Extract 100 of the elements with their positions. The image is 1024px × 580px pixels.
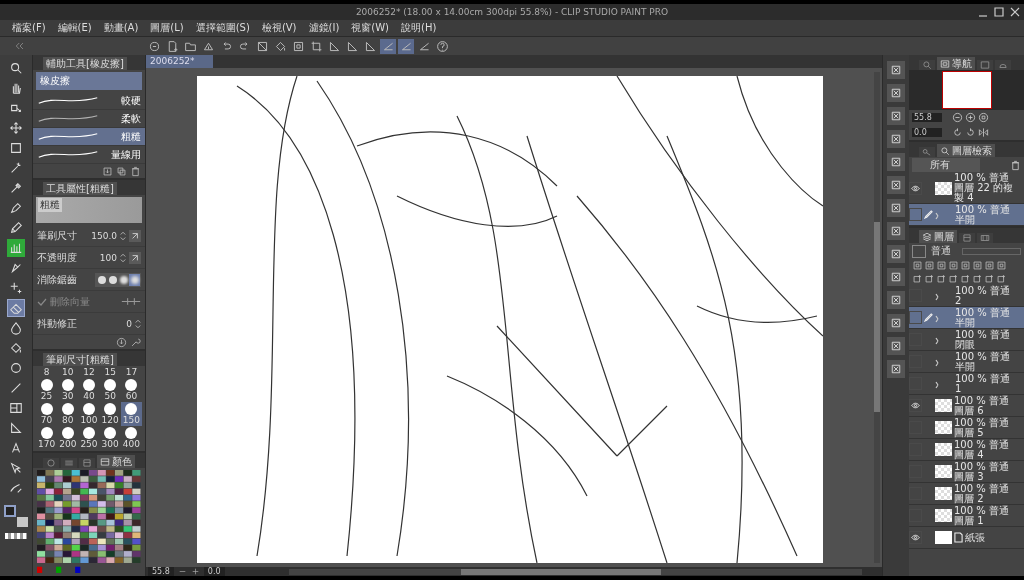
panel-tab[interactable]: 顏色 — [97, 455, 135, 468]
panel-tab[interactable] — [977, 233, 993, 243]
layer-row[interactable]: 100 % 普通 半開 — [909, 351, 1024, 373]
panel-toggle-icon[interactable] — [887, 291, 905, 309]
panel-tab[interactable] — [919, 60, 935, 70]
panel-toggle-icon[interactable] — [887, 199, 905, 217]
menu-item[interactable]: 說明(H) — [401, 21, 437, 35]
layer-tool-icon[interactable] — [972, 260, 983, 271]
eraser-icon[interactable] — [7, 299, 25, 317]
collapse-icon[interactable] — [14, 40, 26, 52]
spinner-icon[interactable] — [120, 230, 126, 241]
layer-tool-icon[interactable] — [996, 260, 1007, 271]
layer-tool-icon[interactable] — [984, 260, 995, 271]
panel-tab[interactable]: 導航 — [937, 57, 975, 70]
layer-row[interactable]: 紙張 — [909, 527, 1024, 549]
filter-dropdown[interactable]: 所有 — [912, 158, 980, 172]
brush-size-item[interactable]: 40 — [78, 378, 100, 402]
panel-toggle-icon[interactable] — [887, 222, 905, 240]
brush-size-item[interactable]: 50 — [99, 378, 121, 402]
panel-toggle-icon[interactable] — [887, 337, 905, 355]
layer-row[interactable]: 100 % 普通 半開 — [909, 307, 1024, 329]
brush-size-item[interactable]: 80 — [57, 402, 79, 426]
menu-item[interactable]: 視窗(W) — [351, 21, 389, 35]
layer-row[interactable]: 100 % 普通 圖層 4 — [909, 439, 1024, 461]
move-icon[interactable] — [7, 119, 25, 137]
rotate-right-icon[interactable] — [965, 127, 976, 138]
panel-toggle-icon[interactable] — [887, 107, 905, 125]
panel-toggle-icon[interactable] — [887, 360, 905, 378]
panel-tab[interactable] — [43, 458, 59, 468]
panel-toggle-icon[interactable] — [887, 245, 905, 263]
vector-icon[interactable] — [121, 297, 141, 306]
pressure-button[interactable] — [129, 251, 141, 264]
sub-tool-group[interactable]: 橡皮擦 — [36, 72, 142, 90]
close-button[interactable] — [1010, 7, 1020, 17]
layer-row[interactable]: 100 % 普通 圖層 3 — [909, 461, 1024, 483]
pencil-icon[interactable] — [924, 209, 933, 220]
panel-tab[interactable]: 筆刷尺寸[粗糙] — [43, 353, 117, 366]
layer-tool-icon[interactable] — [924, 273, 935, 284]
sub-tool-item[interactable]: 粗糙 — [33, 128, 145, 146]
layer-tool-icon[interactable] — [936, 273, 947, 284]
brush-size-item[interactable]: 250 — [78, 426, 100, 450]
layer-tool-icon[interactable] — [924, 260, 935, 271]
visibility-toggle[interactable] — [909, 181, 922, 195]
panel-tab[interactable]: 工具屬性[粗糙] — [43, 182, 117, 195]
brush-size-item[interactable]: 200 — [57, 426, 79, 450]
layer-tool-icon[interactable] — [912, 260, 923, 271]
panel-tab[interactable] — [995, 60, 1011, 70]
trash-icon[interactable] — [130, 165, 141, 177]
visibility-toggle[interactable] — [909, 208, 922, 221]
layer-tool-icon[interactable] — [972, 273, 983, 284]
panel-tab[interactable] — [79, 458, 95, 468]
layer-row[interactable]: 100 % 普通 圖層 5 — [909, 417, 1024, 439]
color-palette-drawing[interactable] — [37, 470, 141, 574]
layer-row[interactable]: 100 % 普通 圖層 2 — [909, 483, 1024, 505]
layer-tool-icon[interactable] — [996, 273, 1007, 284]
visibility-toggle[interactable] — [909, 531, 922, 544]
layer-row[interactable]: 100 % 普通 1 — [909, 373, 1024, 395]
brush-size-item[interactable]: 300 — [99, 426, 121, 450]
menu-item[interactable]: 圖層(L) — [150, 21, 184, 35]
sub-tool-item[interactable]: 較硬 — [33, 92, 145, 110]
spinner-icon[interactable] — [135, 318, 141, 329]
snap-icon[interactable] — [380, 38, 396, 54]
main-color-swatch[interactable] — [4, 505, 16, 517]
brush-size-item[interactable]: 30 — [57, 378, 79, 402]
layer-row[interactable]: 100 % 普通 閉眼 — [909, 329, 1024, 351]
layer-tool-icon[interactable] — [948, 273, 959, 284]
color-swatch[interactable] — [912, 244, 926, 258]
help-icon[interactable] — [434, 38, 450, 54]
layer-tool-icon[interactable] — [960, 260, 971, 271]
panel-tab[interactable] — [959, 233, 975, 243]
flip-icon[interactable] — [978, 127, 989, 138]
snap-icon[interactable] — [398, 38, 414, 54]
scrollbar[interactable] — [288, 568, 862, 575]
wrench-icon[interactable] — [130, 336, 141, 348]
zoom-value[interactable]: 55.8 — [148, 567, 174, 576]
layer-tool-icon[interactable] — [912, 273, 923, 284]
menu-item[interactable]: 濾鏡(I) — [308, 21, 340, 35]
zoom-in-icon[interactable] — [190, 567, 200, 576]
brush-size-item[interactable]: 120 — [99, 402, 121, 426]
panel-tab[interactable]: 圖層 — [919, 230, 957, 243]
visibility-toggle[interactable] — [909, 311, 922, 324]
pencil-icon[interactable] — [924, 312, 933, 323]
angle-value[interactable]: 0.0 — [203, 567, 225, 576]
brush-size-item[interactable]: 400 — [120, 426, 142, 450]
layer-tool-icon[interactable] — [936, 260, 947, 271]
panel-toggle-icon[interactable] — [887, 314, 905, 332]
menu-item[interactable]: 檢視(V) — [261, 21, 297, 35]
scrollbar[interactable] — [874, 72, 880, 563]
brush-size-item[interactable]: 150 — [120, 402, 142, 426]
angle-field[interactable]: 0.0 — [912, 128, 942, 137]
panel-tab[interactable]: 輔助工具[橡皮擦] — [43, 57, 127, 70]
download-icon[interactable] — [102, 165, 113, 177]
layer-row[interactable]: 100 % 普通 圖層 1 — [909, 505, 1024, 527]
menu-item[interactable]: 動畫(A) — [103, 21, 139, 35]
panel-toggle-icon[interactable] — [887, 176, 905, 194]
document-tab[interactable]: 2006252* — [146, 55, 213, 68]
layer-tool-icon[interactable] — [960, 273, 971, 284]
zoom-field[interactable]: 55.8 — [912, 113, 942, 122]
layer-row[interactable]: 100 % 普通 半開 — [909, 204, 1024, 226]
menu-item[interactable]: 選擇範圍(S) — [195, 21, 250, 35]
